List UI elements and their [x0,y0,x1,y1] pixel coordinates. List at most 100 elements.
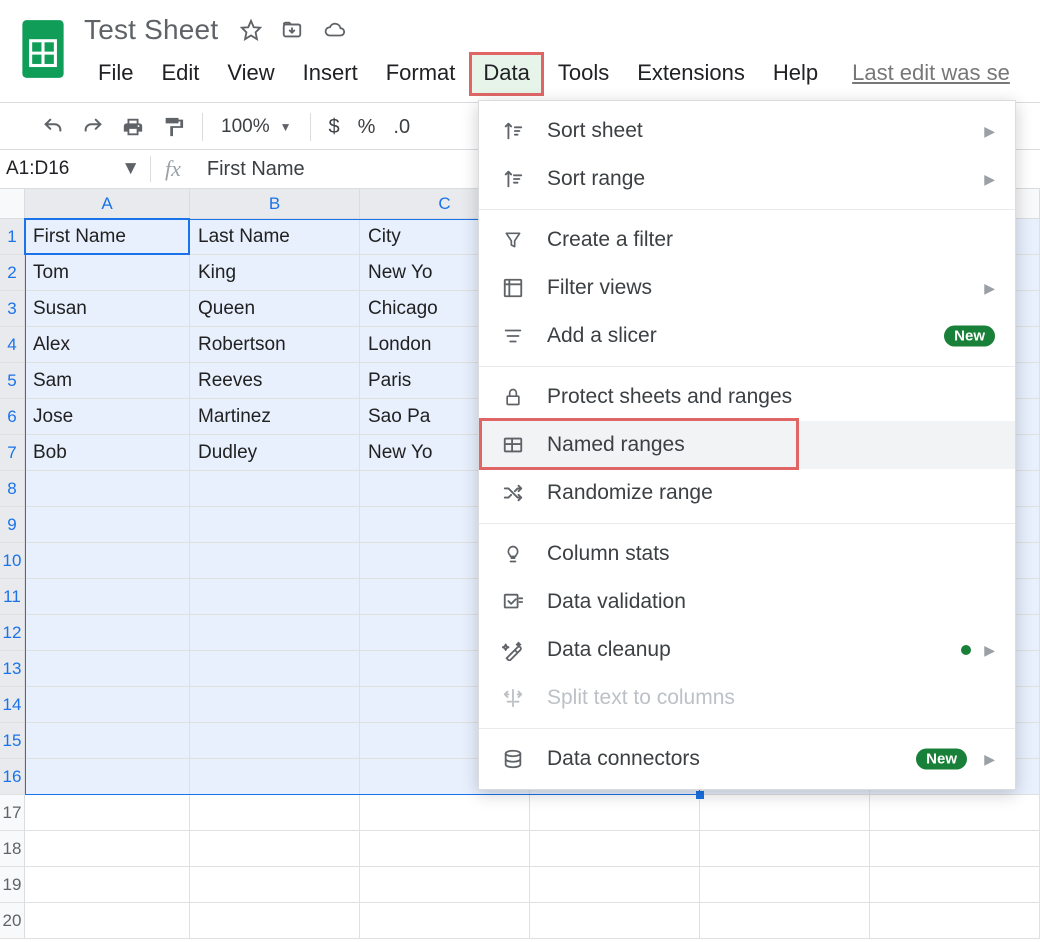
cell[interactable] [25,795,190,831]
document-title[interactable]: Test Sheet [84,14,218,46]
menu-item-data-connectors[interactable]: Data connectorsNew▶ [479,735,1015,783]
cell[interactable] [25,759,190,795]
cell[interactable] [360,795,530,831]
menu-item-sort-range[interactable]: Sort range▶ [479,155,1015,203]
menu-item-protect-sheets-and-ranges[interactable]: Protect sheets and ranges [479,373,1015,421]
menu-view[interactable]: View [213,52,288,96]
cell[interactable] [700,867,870,903]
cell[interactable]: Sam [25,363,190,399]
cell[interactable]: King [190,255,360,291]
row-header[interactable]: 6 [0,399,25,435]
menu-item-named-ranges[interactable]: Named ranges [479,421,1015,469]
cell[interactable]: Robertson [190,327,360,363]
cell[interactable] [190,471,360,507]
percent-button[interactable]: % [358,116,376,139]
row-header[interactable]: 17 [0,795,25,831]
redo-button[interactable] [82,116,104,138]
menu-edit[interactable]: Edit [147,52,213,96]
cell[interactable] [870,795,1040,831]
row-header[interactable]: 18 [0,831,25,867]
cell[interactable] [700,795,870,831]
row-header[interactable]: 8 [0,471,25,507]
menu-data[interactable]: Data [469,52,543,96]
star-icon[interactable] [240,19,262,41]
row-header[interactable]: 5 [0,363,25,399]
cell[interactable] [530,867,700,903]
cell[interactable] [190,903,360,939]
cell[interactable]: Tom [25,255,190,291]
menu-item-data-cleanup[interactable]: Data cleanup▶ [479,626,1015,674]
cell[interactable]: Martinez [190,399,360,435]
cell[interactable] [700,831,870,867]
cell[interactable] [530,903,700,939]
currency-button[interactable]: $ [329,116,340,139]
row-header[interactable]: 9 [0,507,25,543]
cell[interactable]: Bob [25,435,190,471]
cell[interactable] [25,903,190,939]
menu-format[interactable]: Format [372,52,470,96]
menu-extensions[interactable]: Extensions [623,52,759,96]
cell[interactable] [870,903,1040,939]
cell[interactable]: First Name [25,219,190,255]
row-header[interactable]: 16 [0,759,25,795]
name-box[interactable]: A1:D16 ▼ [0,150,150,188]
cell[interactable] [190,687,360,723]
cell[interactable] [870,831,1040,867]
cell[interactable] [25,615,190,651]
print-button[interactable] [122,116,144,138]
formula-bar[interactable]: First Name [207,158,305,181]
undo-button[interactable] [42,116,64,138]
cell[interactable] [360,831,530,867]
cell[interactable] [25,867,190,903]
cell[interactable] [25,651,190,687]
cell[interactable]: Alex [25,327,190,363]
row-header[interactable]: 14 [0,687,25,723]
row-header[interactable]: 3 [0,291,25,327]
cell[interactable] [530,831,700,867]
cell[interactable]: Dudley [190,435,360,471]
menu-item-filter-views[interactable]: Filter views▶ [479,264,1015,312]
cell[interactable]: Susan [25,291,190,327]
cell[interactable] [25,543,190,579]
cell[interactable] [190,831,360,867]
cell[interactable] [25,687,190,723]
last-edit-link[interactable]: Last edit was se [832,52,1010,96]
menu-item-data-validation[interactable]: Data validation [479,578,1015,626]
row-header[interactable]: 11 [0,579,25,615]
row-header[interactable]: 7 [0,435,25,471]
cell[interactable] [530,795,700,831]
row-header[interactable]: 4 [0,327,25,363]
sheets-logo[interactable] [18,16,68,82]
cell[interactable] [360,867,530,903]
menu-file[interactable]: File [84,52,147,96]
cell[interactable] [25,471,190,507]
row-header[interactable]: 2 [0,255,25,291]
row-header[interactable]: 10 [0,543,25,579]
decimal-button[interactable]: .0 [393,116,410,139]
row-header[interactable]: 19 [0,867,25,903]
cell[interactable] [870,867,1040,903]
cell[interactable] [190,723,360,759]
menu-tools[interactable]: Tools [544,52,623,96]
cell[interactable] [190,759,360,795]
move-icon[interactable] [280,19,304,41]
row-header[interactable]: 12 [0,615,25,651]
cell[interactable]: Last Name [190,219,360,255]
menu-item-column-stats[interactable]: Column stats [479,530,1015,578]
paint-format-button[interactable] [162,116,184,138]
zoom-select[interactable]: 100% ▼ [221,116,292,138]
menu-insert[interactable]: Insert [289,52,372,96]
cell[interactable] [190,615,360,651]
cell[interactable] [700,903,870,939]
column-header-B[interactable]: B [190,189,360,219]
row-header[interactable]: 20 [0,903,25,939]
cell[interactable] [190,867,360,903]
cell[interactable]: Reeves [190,363,360,399]
cell[interactable] [190,651,360,687]
cell[interactable] [25,831,190,867]
menu-item-add-a-slicer[interactable]: Add a slicerNew [479,312,1015,360]
cell[interactable]: Queen [190,291,360,327]
row-header[interactable]: 1 [0,219,25,255]
cell[interactable] [190,795,360,831]
menu-help[interactable]: Help [759,52,832,96]
